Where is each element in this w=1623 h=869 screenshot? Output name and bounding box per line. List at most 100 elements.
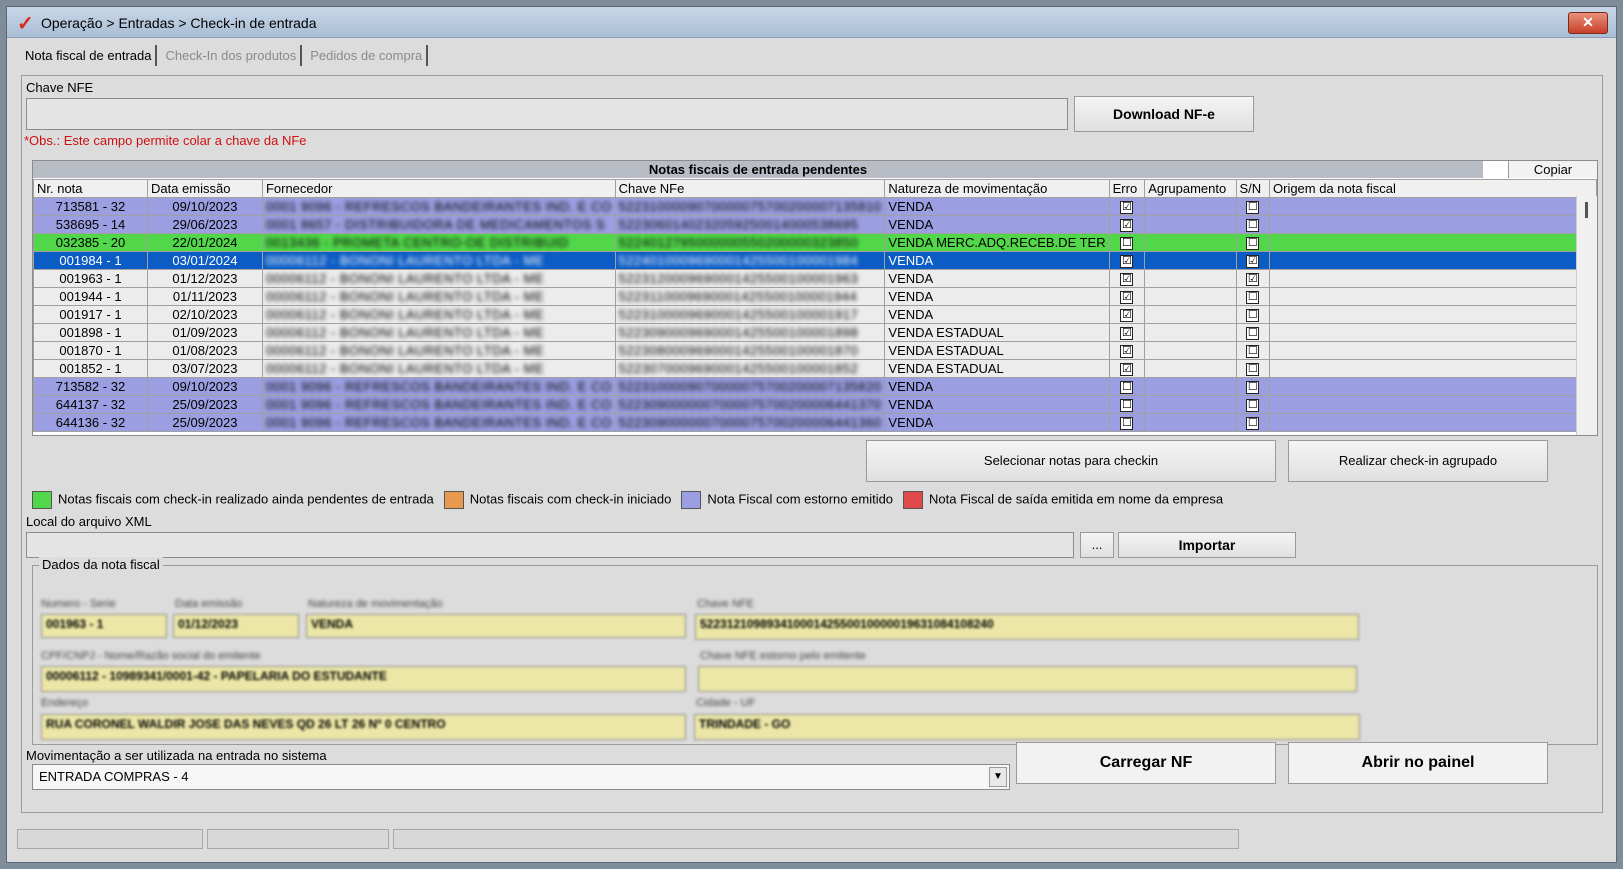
tab-pedidos-compra[interactable]: Pedidos de compra xyxy=(306,45,429,66)
cell-erro-checkbox: ☑ xyxy=(1108,215,1146,234)
cell-fornecedor: 0001 9096 - REFRESCOS BANDEIRANTES IND. … xyxy=(261,395,616,414)
cell-sn-checkbox: ☑ xyxy=(1235,269,1271,288)
cell-fornecedor-text: 00006112 - BONONI LAURENTO LTDA - ME xyxy=(265,289,545,304)
cell-natureza-text: VENDA xyxy=(888,271,934,286)
cell-data-emissao: 03/07/2023 xyxy=(146,359,263,378)
grouped-checkin-button[interactable]: Realizar check-in agrupado xyxy=(1288,440,1548,482)
table-row[interactable]: 001963 - 1 01/12/2023 00006112 - BONONI LA… xyxy=(33,269,1597,288)
erro-checkbox[interactable]: ☐ xyxy=(1120,399,1134,413)
grid-scrollbar[interactable] xyxy=(1576,196,1597,435)
movimentacao-select[interactable]: ENTRADA COMPRAS - 4 ▼ xyxy=(32,764,1010,790)
chave-nfe-input[interactable] xyxy=(26,98,1068,130)
table-row[interactable]: 644136 - 32 25/09/2023 0001 9096 - REFRESC… xyxy=(33,413,1597,432)
select-notes-button[interactable]: Selecionar notas para checkin xyxy=(866,440,1276,482)
erro-checkbox[interactable]: ☑ xyxy=(1120,291,1134,305)
table-row[interactable]: 713582 - 32 09/10/2023 0001 9096 - REFRESC… xyxy=(33,377,1597,396)
table-row[interactable]: 001852 - 1 03/07/2023 00006112 - BONONI LA… xyxy=(33,359,1597,378)
load-invoice-button[interactable]: Carregar NF xyxy=(1016,742,1276,784)
import-xml-button[interactable]: Importar xyxy=(1118,532,1296,558)
sn-checkbox[interactable]: ☐ xyxy=(1246,219,1260,233)
cell-natureza: VENDA xyxy=(884,413,1110,432)
cell-erro-checkbox: ☑ xyxy=(1108,341,1146,360)
table-row[interactable]: 001984 - 1 03/01/2024 00006112 - BONONI LA… xyxy=(33,251,1597,270)
copy-button[interactable]: Copiar xyxy=(1508,161,1597,178)
cell-sn-checkbox: ☐ xyxy=(1235,413,1271,432)
col-header-data-emissao[interactable]: Data emissão xyxy=(146,179,263,198)
cell-chave-nfe-text: 5223090009690001425500100001898 xyxy=(618,325,859,340)
cell-origem xyxy=(1269,233,1597,252)
cell-chave-nfe: 5223100009690001425500100001917 xyxy=(614,305,886,324)
table-row[interactable]: 001917 - 1 02/10/2023 00006112 - BONONI LA… xyxy=(33,305,1597,324)
legend-item: Notas fiscais com check-in realizado ain… xyxy=(32,491,434,509)
erro-checkbox[interactable]: ☐ xyxy=(1120,237,1134,251)
tab-nota-fiscal-entrada[interactable]: Nota fiscal de entrada xyxy=(21,45,158,66)
sn-checkbox[interactable]: ☐ xyxy=(1246,291,1260,305)
col-header-natureza[interactable]: Natureza de movimentação xyxy=(884,179,1110,198)
col-header-fornecedor[interactable]: Fornecedor xyxy=(261,179,616,198)
erro-checkbox[interactable]: ☑ xyxy=(1120,327,1134,341)
sn-checkbox[interactable]: ☐ xyxy=(1246,237,1260,251)
erro-checkbox[interactable]: ☑ xyxy=(1120,309,1134,323)
table-row[interactable]: 001944 - 1 01/11/2023 00006112 - BONONI LA… xyxy=(33,287,1597,306)
movimentacao-selected-value: ENTRADA COMPRAS - 4 xyxy=(39,769,189,784)
open-panel-button[interactable]: Abrir no painel xyxy=(1288,742,1548,784)
table-row[interactable]: 001870 - 1 01/08/2023 00006112 - BONONI LA… xyxy=(33,341,1597,360)
cell-chave-nfe-text: 5224010009690001425500100001984 xyxy=(618,253,859,268)
sn-checkbox[interactable]: ☑ xyxy=(1246,273,1260,287)
col-header-nr-nota[interactable]: Nr. nota xyxy=(33,179,148,198)
col-header-sn[interactable]: S/N xyxy=(1235,179,1271,198)
xml-path-input[interactable] xyxy=(26,532,1074,558)
cell-data-emissao-text: 25/09/2023 xyxy=(172,415,238,430)
sn-checkbox[interactable]: ☑ xyxy=(1246,255,1260,269)
cell-fornecedor-text: 00006112 - BONONI LAURENTO LTDA - ME xyxy=(265,253,545,268)
tab-checkin-produtos[interactable]: Check-In dos produtos xyxy=(161,45,303,66)
table-row[interactable]: 001898 - 1 01/09/2023 00006112 - BONONI LA… xyxy=(33,323,1597,342)
table-row[interactable]: 644137 - 32 25/09/2023 0001 9096 - REFRESC… xyxy=(33,395,1597,414)
browse-xml-button[interactable]: ... xyxy=(1080,532,1114,558)
cell-natureza: VENDA xyxy=(884,377,1110,396)
sn-checkbox[interactable]: ☐ xyxy=(1246,327,1260,341)
erro-checkbox[interactable]: ☐ xyxy=(1120,417,1134,431)
table-row[interactable]: 032385 - 20 22/01/2024 0013436 - PROMETA C… xyxy=(33,233,1597,252)
sn-checkbox[interactable]: ☐ xyxy=(1246,363,1260,377)
sn-checkbox[interactable]: ☐ xyxy=(1246,309,1260,323)
cell-fornecedor-text: 0001 9096 - REFRESCOS BANDEIRANTES IND. … xyxy=(265,379,612,394)
sn-checkbox[interactable]: ☐ xyxy=(1246,201,1260,215)
cell-nr-nota: 713581 - 32 xyxy=(33,197,148,216)
download-nfe-button[interactable]: Download NF-e xyxy=(1074,96,1254,132)
col-header-erro[interactable]: Erro xyxy=(1108,179,1146,198)
sn-checkbox[interactable]: ☐ xyxy=(1246,381,1260,395)
sn-checkbox[interactable]: ☐ xyxy=(1246,345,1260,359)
cell-fornecedor-text: 0001 8657 - DISTRIBUIDORA DE MEDICAMENTO… xyxy=(265,217,606,232)
cell-chave-nfe: 5223090009690001425500100001898 xyxy=(614,323,886,342)
close-button[interactable]: ✕ xyxy=(1568,12,1608,34)
erro-checkbox[interactable]: ☑ xyxy=(1120,219,1134,233)
cell-chave-nfe: 5223060140232059250014000538695 xyxy=(614,215,886,234)
chevron-down-icon[interactable]: ▼ xyxy=(989,767,1007,787)
erro-checkbox[interactable]: ☑ xyxy=(1120,363,1134,377)
cell-sn-checkbox: ☐ xyxy=(1235,323,1271,342)
cell-fornecedor-text: 0001 9096 - REFRESCOS BANDEIRANTES IND. … xyxy=(265,199,612,214)
cell-chave-nfe-text: 5223120009690001425500100001963 xyxy=(618,271,859,286)
table-row[interactable]: 538695 - 14 29/06/2023 0001 8657 - DISTRIB… xyxy=(33,215,1597,234)
cell-data-emissao-text: 25/09/2023 xyxy=(172,397,238,412)
table-row[interactable]: 713581 - 32 09/10/2023 0001 9096 - REFRESC… xyxy=(33,197,1597,216)
cell-nr-nota: 644136 - 32 xyxy=(33,413,148,432)
legend-label: Notas fiscais com check-in iniciado xyxy=(469,491,672,507)
cell-natureza: VENDA MERC.ADQ.RECEB.DE TER xyxy=(884,233,1110,252)
erro-checkbox[interactable]: ☑ xyxy=(1120,345,1134,359)
erro-checkbox[interactable]: ☑ xyxy=(1120,255,1134,269)
col-header-origem[interactable]: Origem da nota fiscal xyxy=(1269,179,1597,198)
cell-fornecedor-text: 0013436 - PROMETA CENTRO-OE DISTRIBUID xyxy=(265,235,569,250)
col-header-agrupamento[interactable]: Agrupamento xyxy=(1144,179,1237,198)
data-field: 01/12/2023 xyxy=(173,614,299,638)
col-header-chave-nfe[interactable]: Chave NFe xyxy=(614,179,886,198)
sn-checkbox[interactable]: ☐ xyxy=(1246,417,1260,431)
scrollbar-thumb[interactable] xyxy=(1585,202,1588,218)
invoice-details-group: Dados da nota fiscal Numero - Serie 0019… xyxy=(32,557,1598,745)
erro-checkbox[interactable]: ☐ xyxy=(1120,381,1134,395)
cpf-field: 00006112 - 10989341/0001-42 - PAPELARIA … xyxy=(41,666,686,692)
sn-checkbox[interactable]: ☐ xyxy=(1246,399,1260,413)
erro-checkbox[interactable]: ☑ xyxy=(1120,273,1134,287)
erro-checkbox[interactable]: ☑ xyxy=(1120,201,1134,215)
